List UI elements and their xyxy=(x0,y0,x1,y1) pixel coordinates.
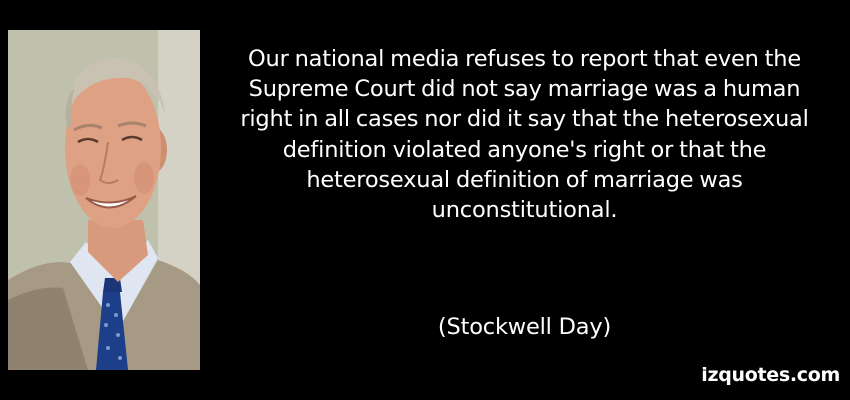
quote-line: right in all cases nor did it say that t… xyxy=(240,106,809,133)
quote-line: Our national media refuses to report tha… xyxy=(248,46,801,72)
quote-card: Our national media refuses to report tha… xyxy=(0,0,850,400)
quote-line: Supreme Court did not say marriage was a… xyxy=(248,76,801,103)
quote-line: heterosexual definition of marriage was xyxy=(306,166,743,193)
author-portrait xyxy=(8,30,200,370)
quote-line: unconstitutional. xyxy=(431,197,618,224)
quote-author: (Stockwell Day) xyxy=(437,314,612,340)
quote-text: Our national media refuses to report tha… xyxy=(212,44,837,225)
quote-line: definition violated anyone's right or th… xyxy=(282,136,767,163)
site-watermark: izquotes.com xyxy=(701,364,840,386)
